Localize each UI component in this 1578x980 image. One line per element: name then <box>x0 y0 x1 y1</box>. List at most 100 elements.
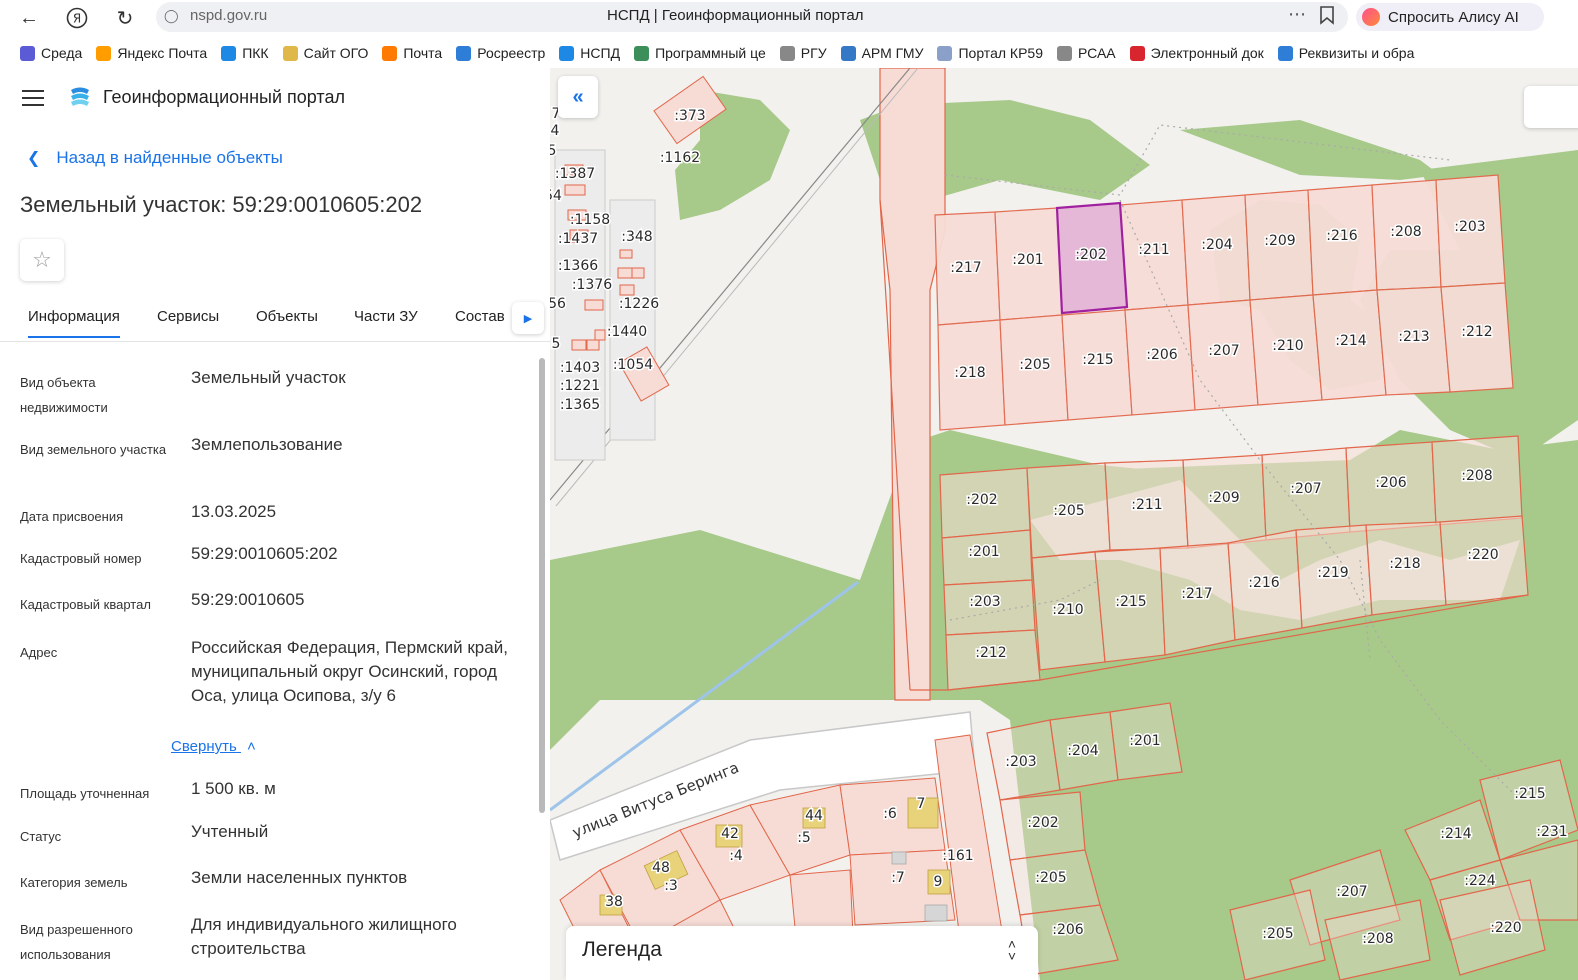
parcel-number-label[interactable]: :201 <box>967 543 1001 562</box>
parcel-number-label[interactable]: :215 <box>1081 351 1115 370</box>
parcel-number-label[interactable]: :1440 <box>605 323 648 342</box>
parcel-number-label[interactable]: :207 <box>1289 480 1323 499</box>
bookmark-item[interactable]: Росреестр <box>456 45 545 61</box>
bookmark-item[interactable]: Реквизиты и обра <box>1277 45 1414 61</box>
parcel-number-label[interactable]: :210 <box>1051 601 1085 620</box>
map-control-panel[interactable] <box>1524 86 1578 128</box>
parcel-number-label[interactable]: :1162 <box>658 149 701 168</box>
back-arrow-icon[interactable]: ← <box>14 4 44 32</box>
more-icon[interactable]: ⋯ <box>1288 4 1306 25</box>
parcel-number-label[interactable]: 4 <box>550 122 561 141</box>
parcel-number-label[interactable]: :201 <box>1011 251 1045 270</box>
parcel-number-label[interactable]: :1226 <box>617 295 660 314</box>
parcel-number-label[interactable]: :208 <box>1460 467 1494 486</box>
parcel-number-label[interactable]: :216 <box>1325 227 1360 246</box>
parcel-number-label[interactable]: :219 <box>1316 564 1350 583</box>
parcel-number-label[interactable]: :218 <box>953 364 987 383</box>
map-canvas[interactable]: :373:1162:1387:1158:348:1437:1366:1376:1… <box>550 68 1578 980</box>
bookmark-item[interactable]: РСАА <box>1056 45 1116 61</box>
panel-scrollbar[interactable] <box>538 358 546 978</box>
parcel-number-label[interactable]: :216 <box>1247 574 1282 593</box>
collapse-panel-button[interactable]: « <box>558 76 598 118</box>
parcel-number-label[interactable]: :211 <box>1130 496 1164 515</box>
parcel-number-label[interactable]: :205 <box>1261 925 1295 944</box>
parcel-number-label[interactable]: :202 <box>1074 246 1108 265</box>
parcel-number-label[interactable]: :215 <box>1513 785 1547 804</box>
parcel-number-label[interactable]: :211 <box>1137 241 1171 260</box>
parcel-number-label[interactable]: :202 <box>1026 814 1060 833</box>
parcel-number-label[interactable]: 9 <box>932 873 944 892</box>
bookmark-item[interactable]: Программный це <box>634 45 766 61</box>
bookmark-item[interactable]: Сайт ОГО <box>282 45 368 61</box>
bookmark-item[interactable]: ПКК <box>221 45 269 61</box>
parcel-number-label[interactable]: :203 <box>1004 753 1038 772</box>
parcel-number-label[interactable]: :201 <box>1128 732 1162 751</box>
parcel-number-label[interactable]: :204 <box>1066 742 1101 761</box>
scrollbar-thumb[interactable] <box>539 358 545 813</box>
parcel-number-label[interactable]: :212 <box>1460 323 1494 342</box>
parcel-number-label[interactable]: 5 <box>550 142 558 161</box>
back-to-results-link[interactable]: ❮ Назад в найденные объекты <box>27 148 283 168</box>
parcel-number-label[interactable]: :220 <box>1489 919 1523 938</box>
bookmark-item[interactable]: Яндекс Почта <box>96 45 207 61</box>
parcel-number-label[interactable]: :205 <box>1018 356 1052 375</box>
parcel-number-label[interactable]: :6 <box>882 805 899 824</box>
parcel-number-label[interactable]: :1365 <box>558 396 601 415</box>
bookmark-item[interactable]: НСПД <box>559 45 620 61</box>
parcel-number-label[interactable]: :3 <box>663 877 680 896</box>
parcel-number-label[interactable]: :204 <box>1200 236 1235 255</box>
parcel-number-label[interactable]: :1403 <box>558 359 601 378</box>
parcel-number-label[interactable]: :203 <box>1453 218 1487 237</box>
parcel-number-label[interactable]: :209 <box>1263 232 1297 251</box>
parcel-number-label[interactable]: :210 <box>1271 337 1305 356</box>
parcel-number-label[interactable]: :1437 <box>556 230 599 249</box>
tab-information[interactable]: Информация <box>28 308 120 338</box>
cadastral-map[interactable]: :373:1162:1387:1158:348:1437:1366:1376:1… <box>550 68 1578 980</box>
parcel-number-label[interactable]: :207 <box>1335 883 1369 902</box>
parcel-number-label[interactable]: :220 <box>1466 546 1500 565</box>
bookmark-item[interactable]: Почта <box>382 45 442 61</box>
bookmark-icon[interactable] <box>1318 5 1336 30</box>
parcel-number-label[interactable]: 7 <box>915 795 927 814</box>
legend-panel[interactable]: Легенда ˄ ˅ <box>566 926 1038 980</box>
parcel-number-label[interactable]: :1054 <box>611 356 654 375</box>
tab-parts[interactable]: Части ЗУ <box>354 308 418 325</box>
parcel-number-label[interactable]: 56 <box>550 295 567 314</box>
bookmark-item[interactable]: АРМ ГМУ <box>840 45 923 61</box>
parcel-number-label[interactable]: :1387 <box>553 165 596 184</box>
parcel-number-label[interactable]: :208 <box>1389 223 1423 242</box>
reload-icon[interactable]: ↻ <box>110 4 140 32</box>
parcel-number-label[interactable]: :202 <box>965 491 999 510</box>
tab-objects[interactable]: Объекты <box>256 308 318 325</box>
tab-services[interactable]: Сервисы <box>157 308 219 325</box>
parcel-number-label[interactable]: :1376 <box>570 276 613 295</box>
parcel-number-label[interactable]: :161 <box>941 847 975 866</box>
parcel-number-label[interactable]: :209 <box>1207 489 1241 508</box>
expand-collapse-icon[interactable]: ˄ ˅ <box>1008 937 1016 963</box>
url-text[interactable]: nspd.gov.ru <box>190 7 267 24</box>
parcel-number-label[interactable]: :214 <box>1439 825 1474 844</box>
parcel-number-label[interactable]: 54 <box>550 187 563 206</box>
bookmark-item[interactable]: Электронный док <box>1129 45 1264 61</box>
menu-icon[interactable] <box>22 90 44 106</box>
parcel-number-label[interactable]: :207 <box>1207 342 1241 361</box>
parcel-number-label[interactable]: :205 <box>1052 502 1086 521</box>
parcel-number-label[interactable]: :224 <box>1463 872 1498 891</box>
parcel-number-label[interactable]: :5 <box>796 829 813 848</box>
parcel-number-label[interactable]: :212 <box>974 644 1008 663</box>
parcel-number-label[interactable]: :1221 <box>558 377 601 396</box>
tab-composition[interactable]: Состав <box>455 308 505 325</box>
parcel-number-label[interactable]: :7 <box>890 869 907 888</box>
parcel-number-label[interactable]: 48 <box>651 859 672 878</box>
parcel-number-label[interactable]: 38 <box>604 893 625 912</box>
parcel-number-label[interactable]: :1158 <box>568 211 611 230</box>
parcel-number-label[interactable]: :217 <box>1180 585 1214 604</box>
ask-alice-button[interactable]: Спросить Алису AI <box>1356 3 1544 31</box>
parcel-number-label[interactable]: :206 <box>1051 921 1086 940</box>
parcel-number-label[interactable]: :214 <box>1334 332 1369 351</box>
parcel-number-label[interactable]: :205 <box>1034 869 1068 888</box>
parcel-number-label[interactable]: :231 <box>1535 823 1569 842</box>
parcel-number-label[interactable]: :218 <box>1388 555 1422 574</box>
bookmark-item[interactable]: Среда <box>20 45 82 61</box>
parcel-number-label[interactable]: :348 <box>620 228 654 247</box>
